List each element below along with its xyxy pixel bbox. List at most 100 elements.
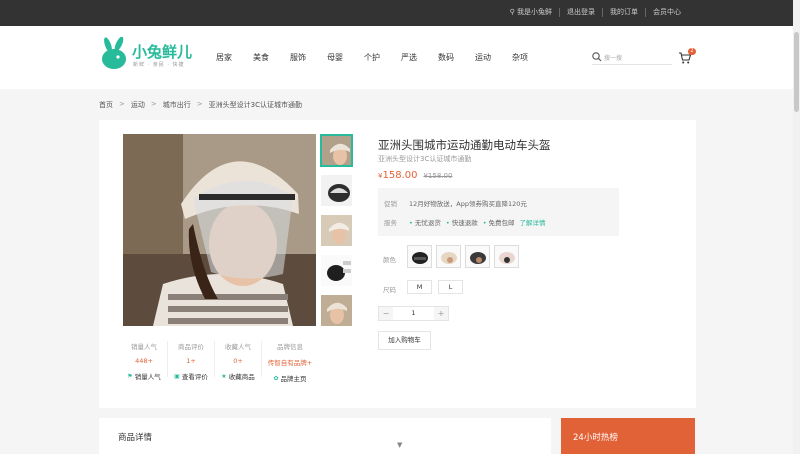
stat-value: 1+ bbox=[186, 357, 196, 365]
original-price: ¥158.00 bbox=[423, 172, 453, 180]
breadcrumb-sports[interactable]: 运动 bbox=[131, 100, 145, 110]
service-item: • 免费包邮 bbox=[482, 219, 515, 227]
search-box[interactable]: 搜一搜 bbox=[592, 51, 672, 65]
promo-label: 促销 bbox=[384, 200, 397, 208]
breadcrumb: 首页 > 运动 > 城市出行 > 亚洲头型设计3C认证城市通勤 bbox=[99, 100, 302, 110]
stat-sales: 销量人气 448+ ⚑ 销量人气 bbox=[121, 341, 168, 381]
service-label: 服务 bbox=[384, 219, 397, 227]
nav-item-selection[interactable]: 严选 bbox=[401, 52, 417, 63]
brand-icon: ✿ bbox=[273, 374, 279, 382]
stat-value: 传智自有品牌+ bbox=[267, 359, 313, 367]
size-label: 尺码 bbox=[383, 286, 396, 294]
size-options: M L bbox=[407, 280, 463, 294]
promo-box: 促销 12月好物放送，App领券购买直降120元 服务 • 无忧退货 • 快速退款 … bbox=[378, 188, 619, 236]
header: 小兔鲜儿 新鲜 · 亲民 · 快捷 居家 美食 服饰 母婴 个护 严选 数码 运… bbox=[0, 26, 800, 89]
thumbnail-4[interactable] bbox=[320, 254, 353, 287]
color-options bbox=[407, 245, 519, 268]
stat-link-label: 收藏商品 bbox=[228, 373, 255, 381]
stat-value: 448+ bbox=[135, 357, 153, 365]
top-links: ⚲ 我是小兔鲜 退出登录 我的订单 会员中心 bbox=[503, 8, 688, 17]
stat-link[interactable]: ⚑ 销量人气 bbox=[121, 371, 167, 382]
quantity-input[interactable]: 1 bbox=[393, 307, 434, 320]
scrollbar-thumb[interactable] bbox=[794, 32, 799, 112]
color-option-black[interactable] bbox=[407, 245, 432, 268]
nav-item-care[interactable]: 个护 bbox=[364, 52, 380, 63]
thumbnail-5[interactable] bbox=[320, 294, 353, 327]
nav-item-baby[interactable]: 母婴 bbox=[327, 52, 343, 63]
thumbnail-2[interactable] bbox=[320, 174, 353, 207]
hot-list-heading: 24小时热榜 bbox=[573, 433, 618, 443]
product-title: 亚洲头围城市运动通勤电动车头盔 bbox=[378, 138, 551, 152]
stat-link-label: 销量人气 bbox=[134, 373, 161, 381]
brand-slogan: 新鲜 · 亲民 · 快捷 bbox=[133, 62, 185, 68]
brand-name: 小兔鲜儿 bbox=[132, 43, 193, 61]
thumbnail-1[interactable] bbox=[320, 134, 353, 167]
color-option-pink[interactable] bbox=[494, 245, 519, 268]
product-main-image bbox=[123, 134, 316, 326]
breadcrumb-separator: > bbox=[196, 100, 203, 108]
breadcrumb-current: 亚洲头型设计3C认证城市通勤 bbox=[208, 101, 302, 109]
service-item: • 无忧退货 bbox=[409, 219, 441, 227]
nav-item-digital[interactable]: 数码 bbox=[438, 52, 454, 63]
color-option-dark-gray[interactable] bbox=[465, 245, 490, 268]
nav-item-food[interactable]: 美食 bbox=[253, 52, 269, 63]
quantity-stepper: − 1 + bbox=[378, 306, 449, 321]
logout-link[interactable]: 退出登录 bbox=[560, 8, 603, 17]
stat-link[interactable]: ★ 收藏商品 bbox=[215, 371, 261, 382]
orders-link[interactable]: 我的订单 bbox=[603, 8, 646, 17]
stat-reviews: 商品评价 1+ ▣ 查看评价 bbox=[168, 341, 215, 381]
nav-item-clothing[interactable]: 服饰 bbox=[290, 52, 306, 63]
member-center-link[interactable]: 会员中心 bbox=[646, 8, 688, 17]
stat-link-label: 品牌主页 bbox=[280, 375, 307, 383]
details-heading[interactable]: 商品详情 bbox=[118, 431, 152, 443]
scrollbar[interactable] bbox=[793, 0, 800, 454]
breadcrumb-city-travel[interactable]: 城市出行 bbox=[163, 100, 191, 110]
stat-title: 品牌信息 bbox=[277, 343, 303, 351]
thumbnail-3[interactable] bbox=[320, 214, 353, 247]
comment-icon: ▣ bbox=[174, 372, 180, 380]
product-subtitle: 亚洲头型设计3C认证城市通勤 bbox=[378, 155, 472, 163]
stat-title: 商品评价 bbox=[178, 343, 204, 351]
stat-brand: 品牌信息 传智自有品牌+ ✿ 品牌主页 bbox=[262, 341, 318, 383]
stat-link[interactable]: ✿ 品牌主页 bbox=[262, 373, 318, 384]
stat-value: 0+ bbox=[233, 357, 243, 365]
service-details-link[interactable]: 了解详情 bbox=[520, 217, 546, 227]
service-row: 服务 • 无忧退货 • 快速退款 • 免费包邮 了解详情 bbox=[384, 217, 546, 227]
color-option-beige[interactable] bbox=[436, 245, 461, 268]
star-icon: ★ bbox=[221, 372, 227, 380]
cart-count-badge: 2 bbox=[688, 48, 696, 55]
decrease-button[interactable]: − bbox=[379, 307, 393, 320]
stat-title: 收藏人气 bbox=[225, 343, 251, 351]
increase-button[interactable]: + bbox=[434, 307, 448, 320]
stat-link[interactable]: ▣ 查看评价 bbox=[168, 371, 214, 382]
hot-list-section: 24小时热榜 bbox=[561, 418, 695, 454]
nav-item-home[interactable]: 居家 bbox=[216, 52, 232, 63]
user-link[interactable]: ⚲ 我是小兔鲜 bbox=[503, 8, 560, 17]
top-bar: ⚲ 我是小兔鲜 退出登录 我的订单 会员中心 bbox=[0, 0, 800, 26]
thumbnail-list bbox=[320, 134, 353, 334]
stat-favorites: 收藏人气 0+ ★ 收藏商品 bbox=[215, 341, 262, 381]
cart-button[interactable]: 2 bbox=[678, 48, 696, 64]
flag-icon: ⚑ bbox=[127, 372, 133, 380]
add-to-cart-button[interactable]: 加入购物车 bbox=[378, 331, 431, 350]
category-nav: 居家 美食 服饰 母婴 个护 严选 数码 运动 杂项 bbox=[216, 52, 549, 63]
search-input[interactable]: 搜一搜 bbox=[604, 53, 622, 62]
logo[interactable]: 小兔鲜儿 新鲜 · 亲民 · 快捷 bbox=[99, 37, 199, 73]
product-panel: 销量人气 448+ ⚑ 销量人气 商品评价 1+ ▣ 查看评价 收藏人气 0+ ★ 收… bbox=[99, 120, 696, 408]
price-row: ¥ 158.00 ¥158.00 bbox=[378, 170, 452, 181]
promo-row: 促销 12月好物放送，App领券购买直降120元 bbox=[384, 198, 527, 208]
product-details-section: 商品详情 ▼ bbox=[99, 418, 551, 454]
product-stats: 销量人气 448+ ⚑ 销量人气 商品评价 1+ ▣ 查看评价 收藏人气 0+ ★ 收… bbox=[121, 341, 318, 383]
stat-title: 销量人气 bbox=[131, 343, 157, 351]
search-icon bbox=[592, 52, 602, 62]
current-price: 158.00 bbox=[382, 170, 418, 181]
breadcrumb-separator: > bbox=[119, 100, 125, 108]
size-option-l[interactable]: L bbox=[438, 280, 463, 294]
nav-item-sports[interactable]: 运动 bbox=[475, 52, 491, 63]
breadcrumb-home[interactable]: 首页 bbox=[99, 100, 113, 110]
nav-item-misc[interactable]: 杂项 bbox=[512, 52, 528, 63]
breadcrumb-separator: > bbox=[150, 100, 157, 108]
chevron-down-icon[interactable]: ▼ bbox=[397, 441, 402, 449]
stat-link-label: 查看评价 bbox=[181, 373, 208, 381]
size-option-m[interactable]: M bbox=[407, 280, 432, 294]
